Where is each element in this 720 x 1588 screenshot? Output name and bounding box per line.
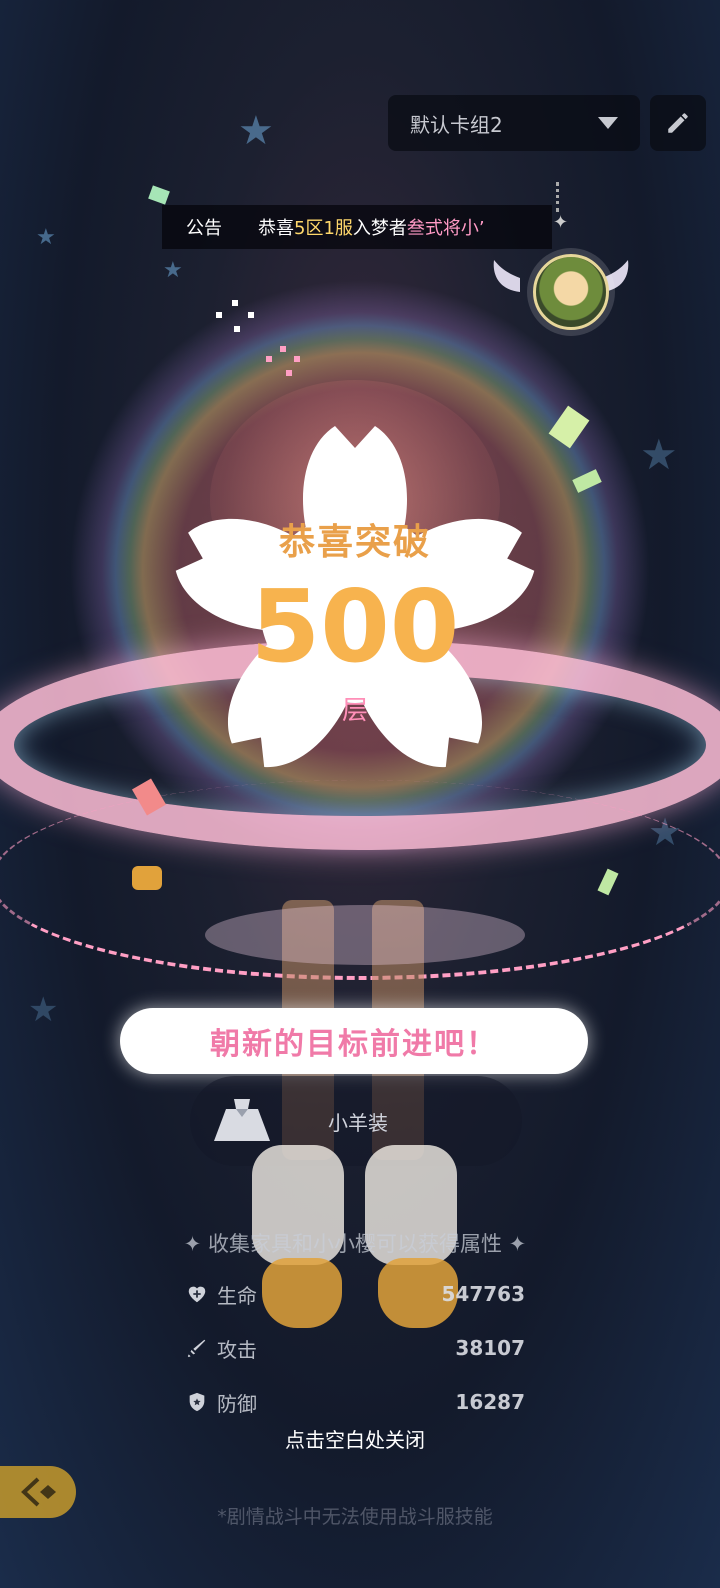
stat-value: 547763	[441, 1282, 526, 1306]
stat-row-defense: 防御 16287	[185, 1382, 525, 1422]
costume-name: 小羊装	[328, 1110, 388, 1135]
costume-panel[interactable]: 小羊装	[190, 1076, 522, 1166]
announcement-label: 公告	[186, 218, 222, 239]
back-arrow-icon	[21, 1477, 56, 1507]
back-button[interactable]	[0, 1466, 76, 1518]
sword-icon	[185, 1336, 209, 1360]
sparkle-icon: ✦	[553, 212, 569, 233]
floor-number: 500	[250, 568, 460, 685]
more-dots-icon	[556, 182, 565, 212]
stat-label: 防御	[217, 1391, 257, 1416]
sparkle	[216, 312, 222, 318]
stat-row-attack: 攻击 38107	[185, 1328, 525, 1368]
footnote: *剧情战斗中无法使用战斗服技能	[217, 1506, 493, 1528]
announcement-bar: 公告 恭喜5区1服入梦者叁式将小’	[162, 205, 552, 249]
deck-select[interactable]: 默认卡组2	[388, 95, 640, 151]
slogan-banner: 朝新的目标前进吧！	[120, 1008, 588, 1074]
star-decoration: ★	[238, 108, 274, 154]
star-decoration: ★	[163, 258, 183, 283]
stat-value: 38107	[455, 1336, 525, 1360]
pencil-icon	[668, 113, 688, 133]
character-skirt	[205, 905, 525, 965]
star-decoration: ★	[36, 225, 56, 250]
confetti	[148, 185, 170, 205]
heart-plus-icon	[185, 1282, 209, 1306]
stat-label: 攻击	[217, 1337, 257, 1362]
deck-name: 默认卡组2	[410, 112, 503, 137]
stat-label: 生命	[217, 1283, 257, 1308]
edit-deck-button[interactable]	[650, 95, 706, 151]
star-decoration: ★	[28, 990, 59, 1030]
chevron-down-icon	[598, 117, 618, 129]
confetti	[132, 866, 162, 890]
shield-icon	[185, 1390, 209, 1414]
achievement-title: 恭喜突破	[278, 522, 431, 563]
stats-title: ✦ 收集家具和小小樱可以获得属性 ✦	[183, 1232, 527, 1256]
sparkle	[266, 356, 272, 362]
stat-row-hp: 生命 547763	[185, 1274, 525, 1314]
stat-value: 16287	[455, 1390, 525, 1414]
floor-unit: 层	[341, 696, 368, 726]
announcement-message: 恭喜5区1服入梦者叁式将小’	[258, 218, 485, 239]
dress-icon	[214, 1099, 270, 1141]
close-hint[interactable]: 点击空白处关闭	[0, 1424, 710, 1453]
